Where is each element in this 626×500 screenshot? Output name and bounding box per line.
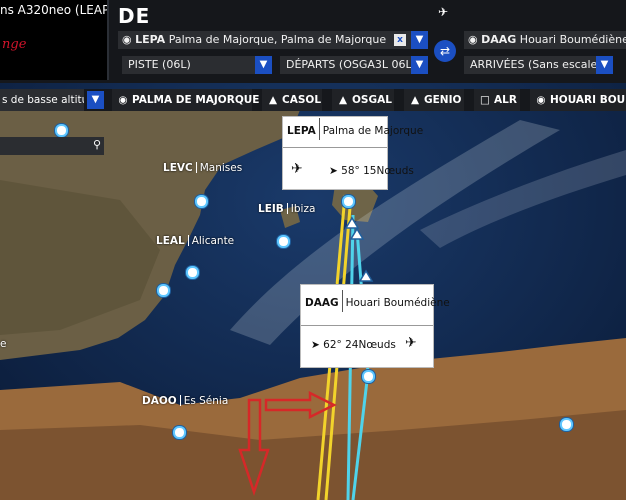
- card-divider: [301, 325, 433, 326]
- chevron-down-icon[interactable]: ▼: [411, 31, 428, 49]
- chevron-down-icon[interactable]: ▼: [87, 91, 104, 109]
- swap-icon[interactable]: ⇄: [434, 40, 456, 62]
- waypoint-label: PALMA DE MAJORQUE: [132, 94, 260, 106]
- label-code: DAOO: [142, 395, 177, 407]
- card-name: Houari Boumédiène: [345, 297, 450, 309]
- plane-icon: ✈: [438, 5, 449, 19]
- card-header: DAAG Houari Boumédiène: [301, 285, 450, 321]
- page-title: DE: [118, 4, 151, 28]
- waypoint-icon: ◉: [536, 94, 546, 106]
- waypoint-label: ALR: [494, 94, 517, 106]
- aircraft-name: ns A320neo (LEAP): [0, 3, 107, 17]
- waypoint-chip[interactable]: ◉ PALMA DE MAJORQUE: [112, 89, 259, 111]
- wind-icon: ➤: [329, 165, 338, 177]
- departures-select[interactable]: DÉPARTS (OSGA3L 06L): [280, 56, 412, 74]
- label-code: LEIB: [258, 203, 284, 215]
- label-name: Manises: [199, 162, 243, 174]
- wind-readout: ➤ 58° 15Nœuds: [329, 165, 414, 177]
- map-label-leib[interactable]: LEIB Ibiza: [258, 203, 315, 215]
- wind-readout: ➤ 62° 24Nœuds: [311, 339, 396, 351]
- departure-field[interactable]: ◉ LEPA Palma de Majorque, Palma de Major…: [118, 31, 412, 49]
- card-divider: [283, 147, 387, 148]
- wind-icon: ➤: [311, 339, 320, 351]
- arrival-plane-icon: ✈: [405, 335, 417, 351]
- map-search-input[interactable]: ⚲: [0, 137, 104, 155]
- waypoint-chip[interactable]: ▲ OSGAL: [332, 89, 394, 111]
- airport-card-lepa[interactable]: LEPA Palma de Majorque ✈ ➤ 58° 15Nœuds: [282, 116, 423, 190]
- map-label-levc[interactable]: LEVC Manises: [163, 162, 242, 174]
- label-name: Ibiza: [290, 203, 316, 215]
- clear-departure-button[interactable]: x: [394, 34, 406, 46]
- airport-icon[interactable]: [55, 124, 68, 137]
- waypoint-icon: ▲: [338, 94, 348, 106]
- airport-icon[interactable]: [186, 266, 199, 279]
- airport-icon[interactable]: [157, 284, 170, 297]
- wind-value: 62° 24Nœuds: [323, 339, 396, 351]
- airport-icon[interactable]: [342, 195, 355, 208]
- waypoint-chip[interactable]: ◉ HOUARI BOUME: [530, 89, 626, 111]
- waypoint-icon: ◉: [468, 33, 478, 46]
- departure-plane-icon: ✈: [291, 161, 303, 177]
- chevron-down-icon[interactable]: ▼: [596, 56, 613, 74]
- waypoint-chip[interactable]: ▲ GENIO: [404, 89, 464, 111]
- label-name: Alicante: [191, 235, 235, 247]
- livery-logo: nge: [2, 37, 27, 52]
- waypoint-chip[interactable]: ▲ CASOL: [262, 89, 322, 111]
- card-header: LEPA Palma de Majorque: [283, 117, 423, 145]
- waypoint-label: OSGAL: [352, 94, 392, 106]
- waypoint-label: CASOL: [282, 94, 322, 106]
- waypoint-icon: ◉: [118, 94, 128, 106]
- card-name: Palma de Majorque: [322, 125, 424, 137]
- label-code: LEAL: [156, 235, 185, 247]
- wind-value: 58° 15Nœuds: [341, 165, 414, 177]
- airport-icon[interactable]: [277, 235, 290, 248]
- waypoint-chip[interactable]: □ ALR: [474, 89, 520, 111]
- card-code: DAAG: [305, 297, 339, 309]
- arrivals-select[interactable]: ARRIVÉES (Sans escale): [464, 56, 598, 74]
- search-icon[interactable]: ⚲: [93, 138, 101, 151]
- waypoint-label: GENIO: [424, 94, 462, 106]
- arrival-code: DAAG: [481, 33, 517, 46]
- waypoint-icon: □: [480, 94, 490, 106]
- chevron-down-icon[interactable]: ▼: [411, 56, 428, 74]
- altitude-select[interactable]: s de basse altitud: [0, 89, 84, 111]
- departure-name: Palma de Majorque, Palma de Majorque: [168, 33, 387, 46]
- chevron-down-icon[interactable]: ▼: [255, 56, 272, 74]
- waypoint-icon: ▲: [410, 94, 420, 106]
- aircraft-panel[interactable]: ns A320neo (LEAP) nge: [0, 0, 109, 80]
- airport-card-daag[interactable]: DAAG Houari Boumédiène ➤ 62° 24Nœuds ✈: [300, 284, 450, 368]
- airport-icon[interactable]: [362, 370, 375, 383]
- waypoint-label: HOUARI BOUME: [550, 94, 626, 106]
- airport-icon[interactable]: [560, 418, 573, 431]
- card-code: LEPA: [287, 125, 316, 137]
- arrival-name: Houari Boumédiène, Alg: [519, 33, 626, 46]
- airport-icon[interactable]: [195, 195, 208, 208]
- arrival-field[interactable]: ◉ DAAG Houari Boumédiène, Alg: [464, 31, 626, 49]
- departure-code: LEPA: [135, 33, 166, 46]
- airport-icon[interactable]: [173, 426, 186, 439]
- map-label-daoo[interactable]: DAOO Es Sénia: [142, 395, 228, 407]
- label-name: Es Sénia: [183, 395, 229, 407]
- waypoint-icon: ▲: [268, 94, 278, 106]
- label-code: LEVC: [163, 162, 193, 174]
- map-label-leal[interactable]: LEAL Alicante: [156, 235, 234, 247]
- waypoint-icon: ◉: [122, 33, 132, 46]
- runway-select[interactable]: PISTE (06L): [122, 56, 256, 74]
- map-label-partial: e: [0, 338, 7, 350]
